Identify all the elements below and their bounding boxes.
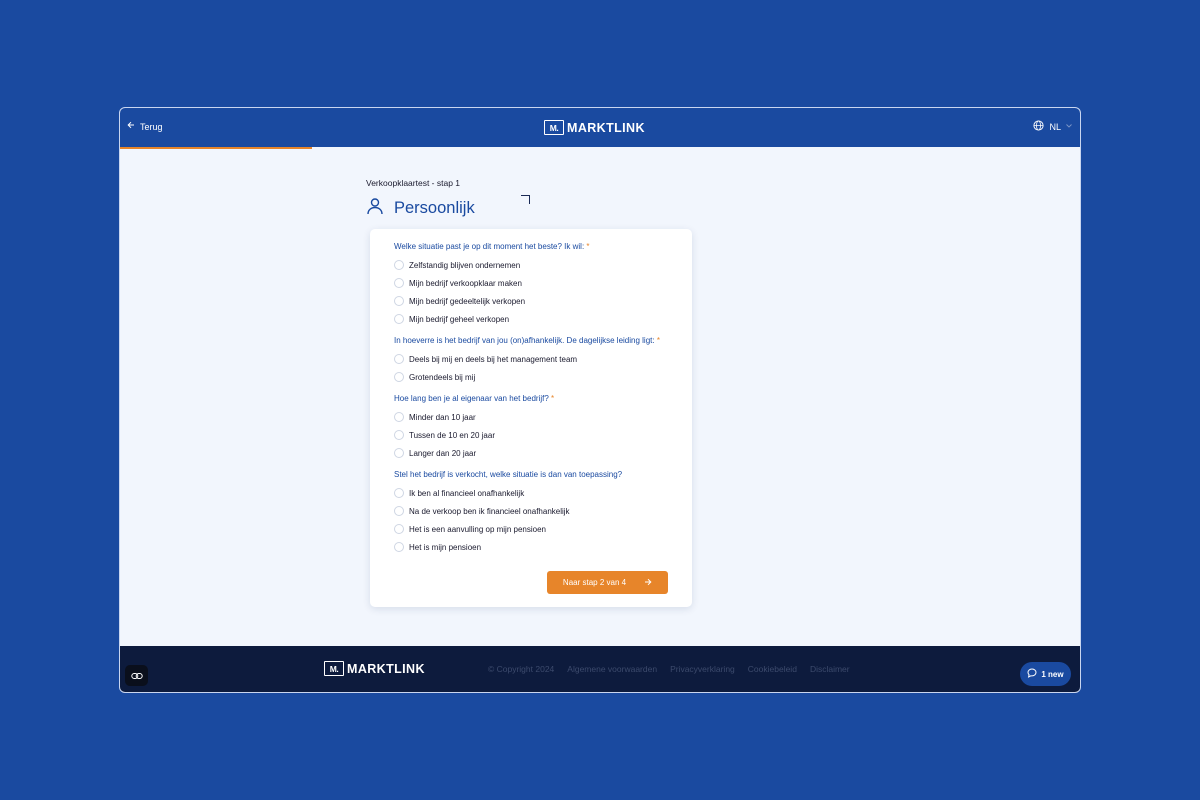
radio-option-label: Het is een aanvulling op mijn pensioen [409, 524, 546, 534]
footer: M. MARKTLINK © Copyright 2024 Algemene v… [120, 646, 1080, 692]
radio-option[interactable]: Zelfstandig blijven ondernemen [394, 256, 668, 274]
back-button[interactable]: Terug [127, 121, 163, 132]
radio-option[interactable]: Langer dan 20 jaar [394, 444, 668, 462]
chat-label: 1 new [1041, 669, 1064, 679]
marktlink-logo[interactable]: M. MARKTLINK [544, 120, 645, 135]
language-selector[interactable]: NL [1033, 120, 1072, 133]
question-text: Welke situatie past je op dit moment het… [394, 242, 585, 251]
radio-option[interactable]: Het is mijn pensioen [394, 538, 668, 556]
cookie-settings-button[interactable] [125, 665, 148, 686]
radio-option-label: Minder dan 10 jaar [409, 412, 476, 422]
radio-button[interactable] [394, 354, 404, 364]
question-text: Hoe lang ben je al eigenaar van het bedr… [394, 394, 549, 403]
radio-option[interactable]: Ik ben al financieel onafhankelijk [394, 484, 668, 502]
question-label: In hoeverre is het bedrijf van jou (on)a… [394, 336, 668, 346]
radio-option[interactable]: Deels bij mij en deels bij het managemen… [394, 350, 668, 368]
question-text: Stel het bedrijf is verkocht, welke situ… [394, 470, 623, 479]
radio-option-label: Langer dan 20 jaar [409, 448, 477, 458]
question-card: Welke situatie past je op dit moment het… [370, 229, 692, 607]
step-label: Verkoopklaartest - stap 1 [366, 178, 461, 188]
main-content: Verkoopklaartest - stap 1 Persoonlijk We… [120, 149, 1080, 646]
radio-button[interactable] [394, 412, 404, 422]
required-marker: * [656, 336, 660, 345]
radio-button[interactable] [394, 314, 404, 324]
required-marker: * [551, 394, 555, 403]
footer-link-privacy[interactable]: Privacyverklaring [670, 664, 735, 674]
radio-option-label: Het is mijn pensioen [409, 542, 482, 552]
radio-option[interactable]: Grotendeels bij mij [394, 368, 668, 386]
radio-button[interactable] [394, 296, 404, 306]
language-label: NL [1049, 121, 1061, 132]
question-label: Stel het bedrijf is verkocht, welke situ… [394, 470, 668, 480]
question-group: Hoe lang ben je al eigenaar van het bedr… [394, 394, 668, 462]
radio-button[interactable] [394, 506, 404, 516]
chevron-down-icon [1066, 123, 1072, 130]
radio-option-label: Tussen de 10 en 20 jaar [409, 430, 495, 440]
next-step-button[interactable]: Naar stap 2 van 4 [547, 571, 668, 594]
arrow-left-icon [127, 121, 135, 132]
question-label: Welke situatie past je op dit moment het… [394, 242, 668, 252]
page-title: Persoonlijk [394, 199, 475, 217]
radio-button[interactable] [394, 430, 404, 440]
radio-option-label: Zelfstandig blijven ondernemen [409, 260, 521, 270]
question-group: In hoeverre is het bedrijf van jou (on)a… [394, 336, 668, 386]
radio-option-label: Mijn bedrijf gedeeltelijk verkopen [409, 296, 526, 306]
question-list: Welke situatie past je op dit moment het… [394, 242, 668, 556]
section-heading: Persoonlijk [366, 197, 475, 220]
radio-option[interactable]: Mijn bedrijf gedeeltelijk verkopen [394, 292, 668, 310]
radio-option-label: Na de verkoop ben ik financieel onafhank… [409, 506, 570, 516]
radio-button[interactable] [394, 278, 404, 288]
question-group: Welke situatie past je op dit moment het… [394, 242, 668, 328]
logo-text: MARKTLINK [567, 120, 645, 135]
next-step-label: Naar stap 2 van 4 [562, 578, 627, 587]
radio-option-label: Grotendeels bij mij [409, 372, 476, 382]
question-label: Hoe lang ben je al eigenaar van het bedr… [394, 394, 668, 404]
corner-decoration [521, 195, 530, 204]
radio-option[interactable]: Mijn bedrijf geheel verkopen [394, 310, 668, 328]
radio-option[interactable]: Na de verkoop ben ik financieel onafhank… [394, 502, 668, 520]
radio-option-label: Deels bij mij en deels bij het managemen… [409, 354, 578, 364]
radio-option-label: Ik ben al financieel onafhankelijk [409, 488, 525, 498]
radio-option[interactable]: Mijn bedrijf verkoopklaar maken [394, 274, 668, 292]
radio-option-label: Mijn bedrijf geheel verkopen [409, 314, 510, 324]
copyright-text: © Copyright 2024 [488, 664, 555, 674]
footer-logo[interactable]: M. MARKTLINK [324, 661, 425, 676]
footer-logo-mark: M. [324, 661, 344, 676]
chat-button[interactable]: 1 new [1020, 662, 1071, 686]
radio-button[interactable] [394, 542, 404, 552]
user-icon [366, 197, 384, 220]
logo-mark: M. [544, 120, 564, 135]
required-marker: * [586, 242, 590, 251]
question-group: Stel het bedrijf is verkocht, welke situ… [394, 470, 668, 556]
globe-icon [1033, 120, 1045, 133]
footer-link-terms[interactable]: Algemene voorwaarden [567, 664, 657, 674]
radio-option[interactable]: Tussen de 10 en 20 jaar [394, 426, 668, 444]
radio-button[interactable] [394, 260, 404, 270]
radio-button[interactable] [394, 524, 404, 534]
footer-link-disclaimer[interactable]: Disclaimer [810, 664, 850, 674]
radio-button[interactable] [394, 488, 404, 498]
footer-link-cookies[interactable]: Cookiebeleid [748, 664, 797, 674]
back-label: Terug [140, 121, 163, 132]
footer-logo-text: MARKTLINK [347, 661, 425, 676]
radio-button[interactable] [394, 372, 404, 382]
footer-links: © Copyright 2024 Algemene voorwaarden Pr… [488, 664, 850, 674]
chat-bubble-icon [1027, 668, 1037, 680]
radio-button[interactable] [394, 448, 404, 458]
top-bar: Terug M. MARKTLINK NL [120, 108, 1080, 147]
radio-option[interactable]: Minder dan 10 jaar [394, 408, 668, 426]
arrow-right-icon [644, 578, 652, 588]
radio-option[interactable]: Het is een aanvulling op mijn pensioen [394, 520, 668, 538]
app-window: Terug M. MARKTLINK NL Verkoopklaartest -… [119, 107, 1081, 693]
radio-option-label: Mijn bedrijf verkoopklaar maken [409, 278, 522, 288]
link-icon [130, 667, 143, 685]
question-text: In hoeverre is het bedrijf van jou (on)a… [394, 336, 655, 345]
